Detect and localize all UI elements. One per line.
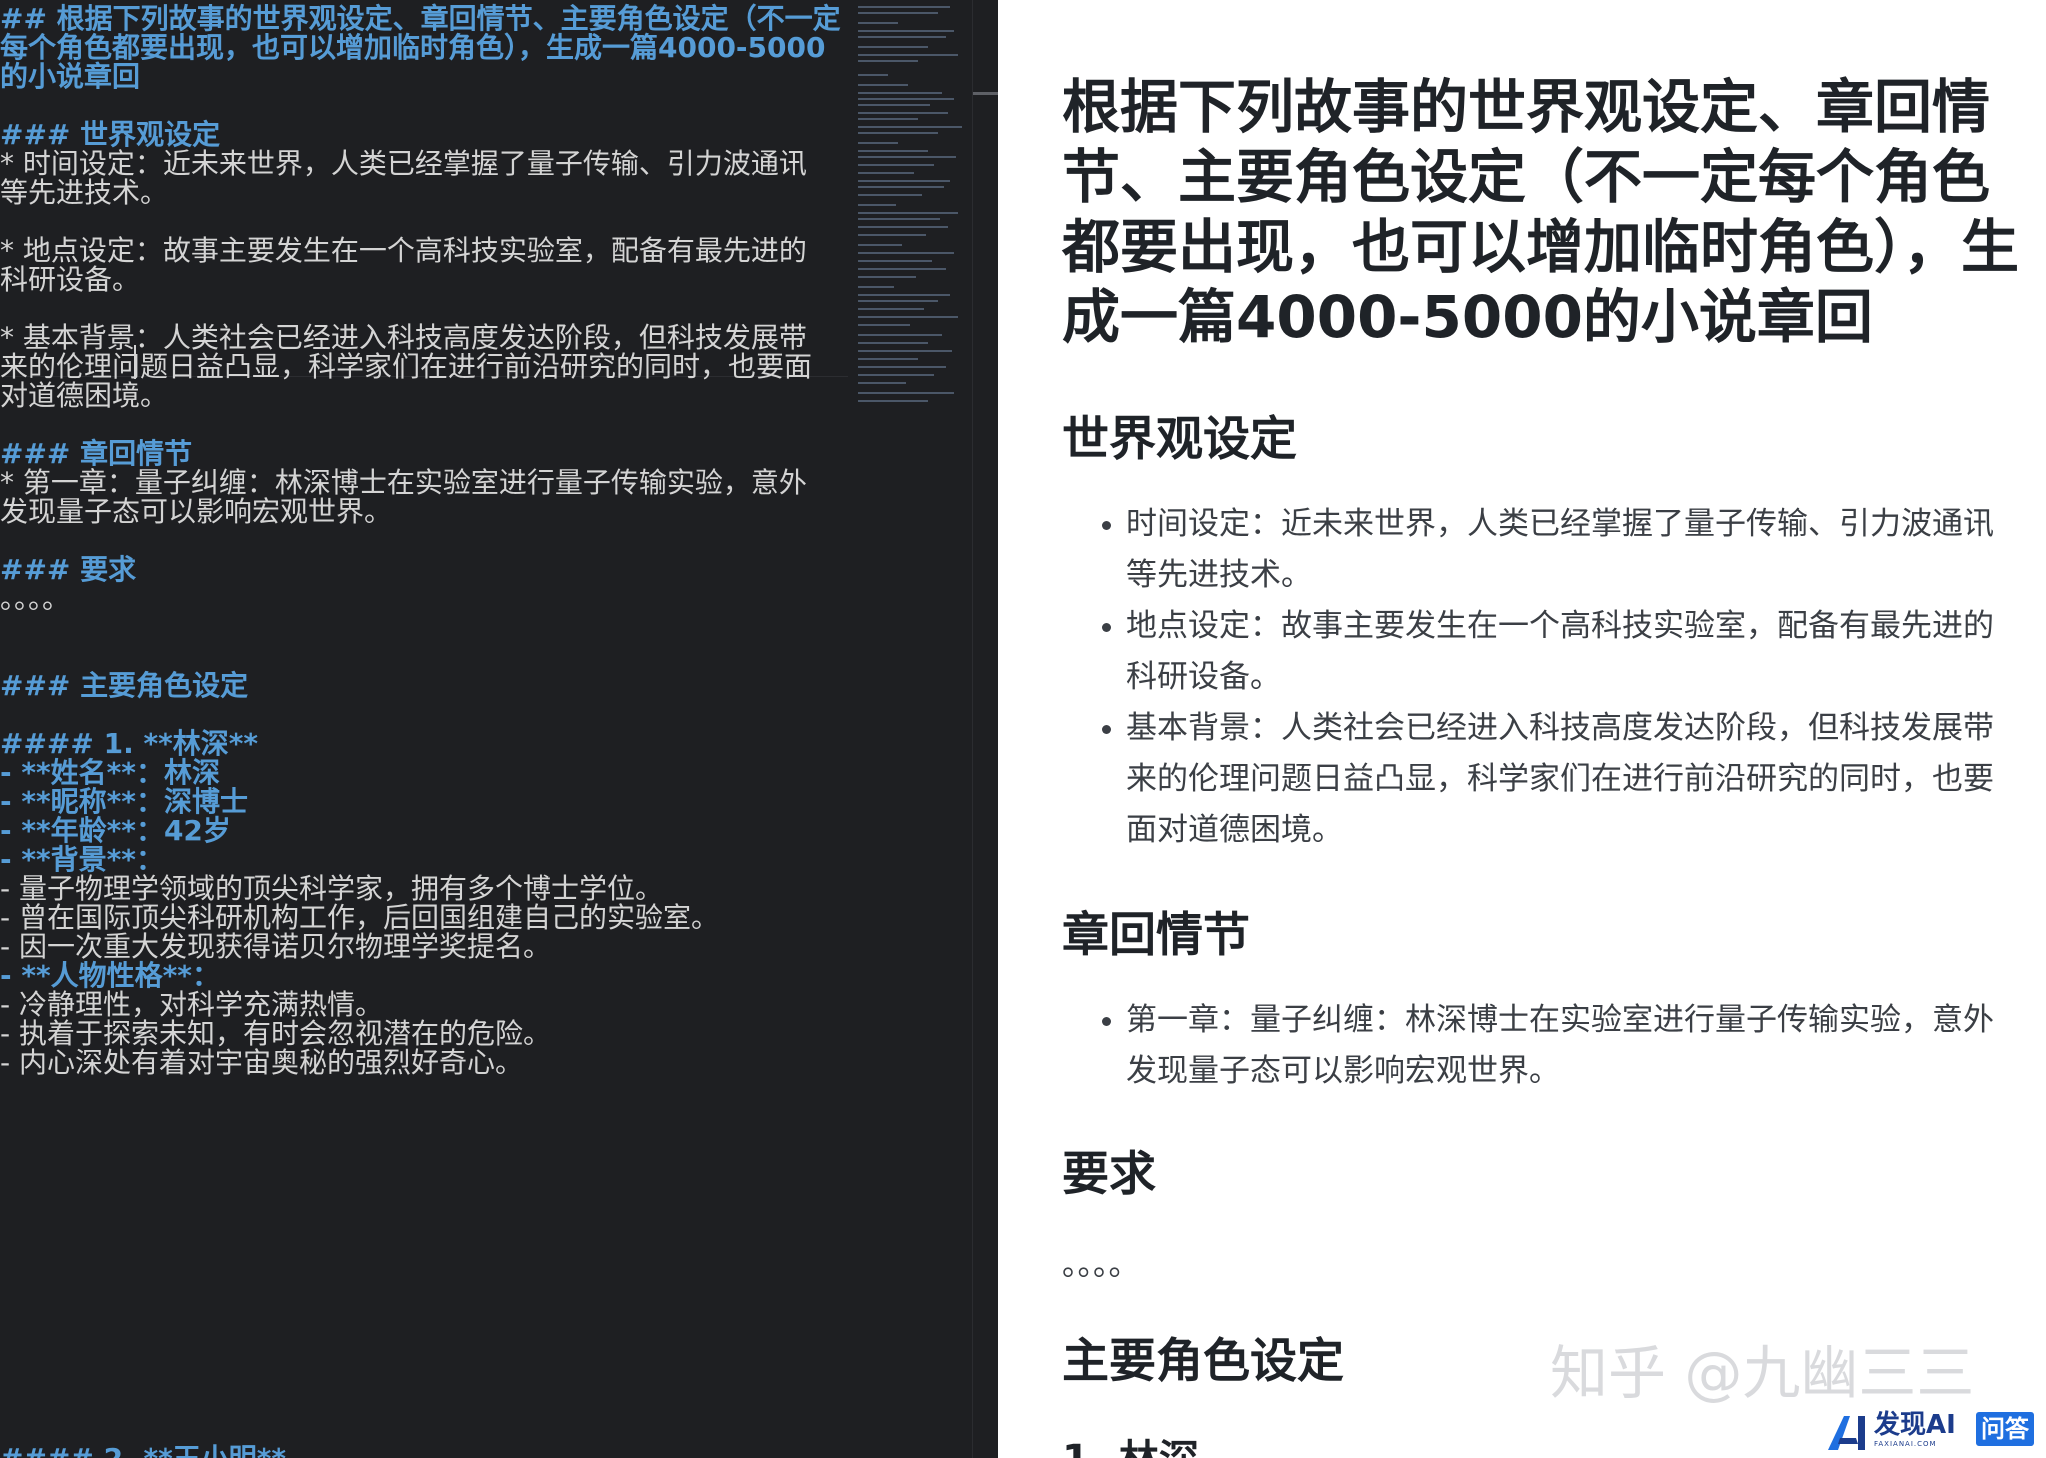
markdown-editor[interactable]: ## 根据下列故事的世界观设定、章回情节、主要角色设定（不一定 每个角色都要出现…: [0, 0, 998, 1458]
requirements-text: 。。。。: [1062, 1247, 1140, 1283]
list-item: 基本背景：人类社会已经进入科技高度发达阶段，但科技发展带来的伦理问题日益凸显，科…: [1062, 703, 2022, 856]
watermark: 知乎 @九幽三三: [1550, 1339, 1975, 1407]
list-item: 第一章：量子纠缠：林深博士在实验室进行量子传输实验，意外发现量子态可以影响宏观世…: [1062, 995, 2022, 1097]
editor-line: #### 2. **王小明**: [0, 1440, 286, 1458]
editor-line: - 内心深处有着对宇宙奥秘的强烈好奇心。: [0, 1046, 524, 1079]
editor-line: 等先进技术。: [0, 176, 169, 209]
preview-title: 根据下列故事的世界观设定、章回情节、主要角色设定（不一定每个角色都要出现，也可以…: [1062, 73, 2020, 351]
list-item: 地点设定：故事主要发生在一个高科技实验室，配备有最先进的科研设备。: [1062, 601, 2022, 703]
editor-text-area[interactable]: ## 根据下列故事的世界观设定、章回情节、主要角色设定（不一定 每个角色都要出现…: [0, 0, 850, 1458]
editor-scrollbar[interactable]: [972, 0, 998, 1458]
editor-line: 的小说章回: [0, 60, 141, 93]
world-setting-list: 时间设定：近未来世界，人类已经掌握了量子传输、引力波通讯等先进技术。 地点设定：…: [1062, 499, 2022, 856]
heading-world-setting: 世界观设定: [1062, 412, 1297, 467]
logo-name: 发现AI: [1874, 1410, 1956, 1440]
heading-character-1: 1. 林深: [1062, 1430, 1199, 1458]
text-cursor: [134, 345, 136, 379]
editor-line: ### 主要角色设定: [0, 669, 249, 702]
ai-logo-icon: [1828, 1416, 1865, 1450]
editor-line: 。。。。: [0, 582, 71, 615]
chapter-plot-list: 第一章：量子纠缠：林深博士在实验室进行量子传输实验，意外发现量子态可以影响宏观世…: [1062, 995, 2022, 1097]
heading-chapter-plot: 章回情节: [1062, 908, 1250, 963]
markdown-preview: 根据下列故事的世界观设定、章回情节、主要角色设定（不一定每个角色都要出现，也可以…: [998, 0, 2046, 1458]
editor-line: 发现量子态可以影响宏观世界。: [0, 495, 393, 528]
editor-minimap[interactable]: [852, 0, 972, 1458]
editor-line: 科研设备。: [0, 263, 141, 296]
list-item: 时间设定：近未来世界，人类已经掌握了量子传输、引力波通讯等先进技术。: [1062, 499, 2022, 601]
heading-main-characters: 主要角色设定: [1062, 1334, 1344, 1389]
scrollbar-thumb[interactable]: [973, 92, 998, 95]
heading-requirements: 要求: [1062, 1147, 1156, 1202]
faxianai-logo: 发现AI FAXIANAI.COM 问答: [1826, 1410, 2036, 1452]
logo-tag: 问答: [1976, 1412, 2034, 1446]
editor-line: 对道德困境。: [0, 379, 169, 412]
logo-subtitle: FAXIANAI.COM: [1874, 1440, 1937, 1448]
